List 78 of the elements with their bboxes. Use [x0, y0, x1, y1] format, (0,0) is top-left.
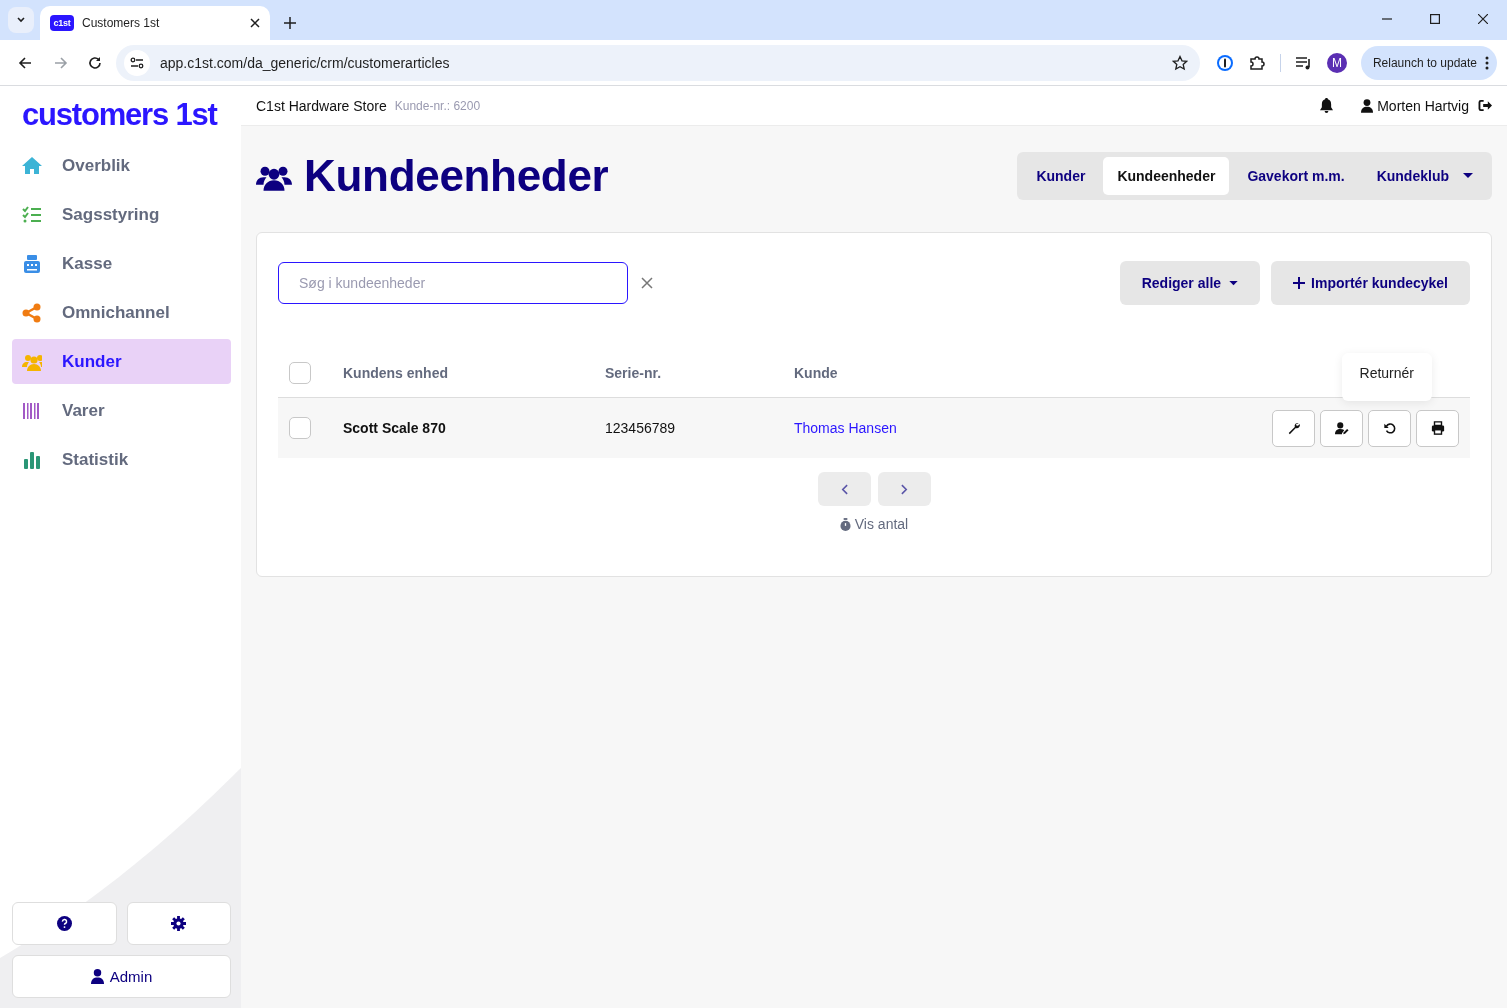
stopwatch-icon — [839, 517, 851, 531]
help-button[interactable] — [12, 902, 117, 945]
reload-icon[interactable] — [88, 55, 102, 70]
page-title: Kundeenheder — [304, 151, 609, 201]
store-name: C1st Hardware Store — [256, 97, 387, 114]
close-icon[interactable] — [1478, 14, 1488, 24]
tab[interactable]: Gavekort m.m. — [1233, 157, 1359, 195]
favicon: c1st — [50, 15, 74, 31]
show-count-link[interactable]: Vis antal — [278, 516, 1470, 532]
share-icon — [22, 302, 42, 323]
nav-item[interactable]: Sagsstyring — [12, 192, 231, 237]
user-icon — [1361, 98, 1374, 113]
nav-item[interactable]: Overblik — [12, 143, 231, 188]
user-edit-icon — [1334, 421, 1349, 435]
cash-register-icon — [22, 253, 42, 274]
back-arrow-icon[interactable] — [18, 55, 32, 70]
print-button[interactable] — [1416, 409, 1459, 447]
tab-search-button[interactable] — [8, 7, 34, 33]
checklist-icon — [22, 204, 42, 225]
nav-item[interactable]: Kunder — [12, 339, 231, 384]
address-bar[interactable]: app.c1st.com/da_generic/crm/customerarticles — [116, 44, 1200, 81]
tab-title: Customers 1st — [82, 16, 161, 30]
plus-icon[interactable] — [284, 17, 296, 29]
site-settings-icon[interactable] — [130, 55, 144, 70]
column-header: Serie-nr. — [605, 365, 662, 381]
logo: customers 1st — [22, 98, 219, 132]
printer-icon — [1430, 421, 1445, 435]
relaunch-button[interactable]: Relaunch to update — [1360, 45, 1497, 80]
customer-number: Kunde-nr.: 6200 — [394, 98, 481, 113]
customer-link[interactable]: Thomas Hansen — [794, 420, 897, 436]
browser-tab[interactable]: c1st Customers 1st — [40, 6, 270, 40]
chevron-right-icon — [900, 483, 908, 495]
close-icon[interactable] — [250, 18, 260, 28]
help-icon — [56, 916, 72, 931]
caret-icon[interactable] — [1229, 280, 1239, 286]
more-icon — [1485, 55, 1489, 70]
star-icon[interactable] — [1171, 54, 1188, 71]
bell-icon[interactable] — [1320, 98, 1334, 113]
barcode-icon — [22, 400, 42, 421]
plus-icon — [1293, 277, 1306, 289]
unit-name: Scott Scale 870 — [343, 420, 446, 436]
admin-button[interactable]: Admin — [12, 955, 231, 998]
logout-icon[interactable] — [1478, 99, 1493, 112]
settings-icon — [171, 916, 187, 931]
nav-item[interactable]: Statistik — [12, 437, 231, 482]
user-menu[interactable]: Morten Hartvig — [1361, 97, 1469, 114]
search-field[interactable]: Søg i kundeenheder — [278, 262, 628, 304]
chevron-left-icon — [840, 483, 848, 495]
nav-item[interactable]: Kasse — [12, 241, 231, 286]
undo-icon — [1382, 421, 1397, 435]
tooltip: Returnér — [1341, 352, 1432, 401]
checkbox[interactable] — [289, 417, 311, 439]
profile-avatar[interactable]: M — [1326, 52, 1347, 73]
password-manager-icon[interactable] — [1215, 53, 1234, 72]
forward-arrow-icon[interactable] — [54, 55, 68, 70]
tab[interactable]: Kunder — [1022, 157, 1100, 195]
maximize-icon[interactable] — [1430, 14, 1440, 24]
edit-all-button[interactable]: Rediger alle — [1119, 261, 1261, 305]
bar-chart-icon — [22, 449, 42, 470]
assign-customer-button[interactable] — [1320, 409, 1363, 447]
column-header: Kundens enhed — [343, 365, 448, 381]
user-icon — [90, 969, 104, 984]
home-icon — [22, 155, 42, 176]
wrench-icon — [1286, 421, 1301, 435]
tab[interactable]: Kundeenheder — [1103, 157, 1230, 195]
caret-icon — [1463, 173, 1473, 179]
chevron-down-icon — [16, 15, 26, 25]
settings-button[interactable] — [126, 902, 231, 945]
return-button[interactable] — [1368, 409, 1411, 447]
nav-item[interactable]: Omnichannel — [12, 290, 231, 335]
import-button[interactable]: Importér kundecykel — [1271, 261, 1470, 305]
column-header: Kunde — [794, 365, 838, 381]
nav-item[interactable]: Varer — [12, 388, 231, 433]
serial-number: 123456789 — [605, 420, 676, 436]
checkbox[interactable] — [289, 362, 311, 384]
puzzle-icon[interactable] — [1247, 53, 1266, 72]
tab[interactable]: Kundeklub — [1362, 157, 1487, 195]
clear-icon[interactable] — [641, 277, 653, 289]
